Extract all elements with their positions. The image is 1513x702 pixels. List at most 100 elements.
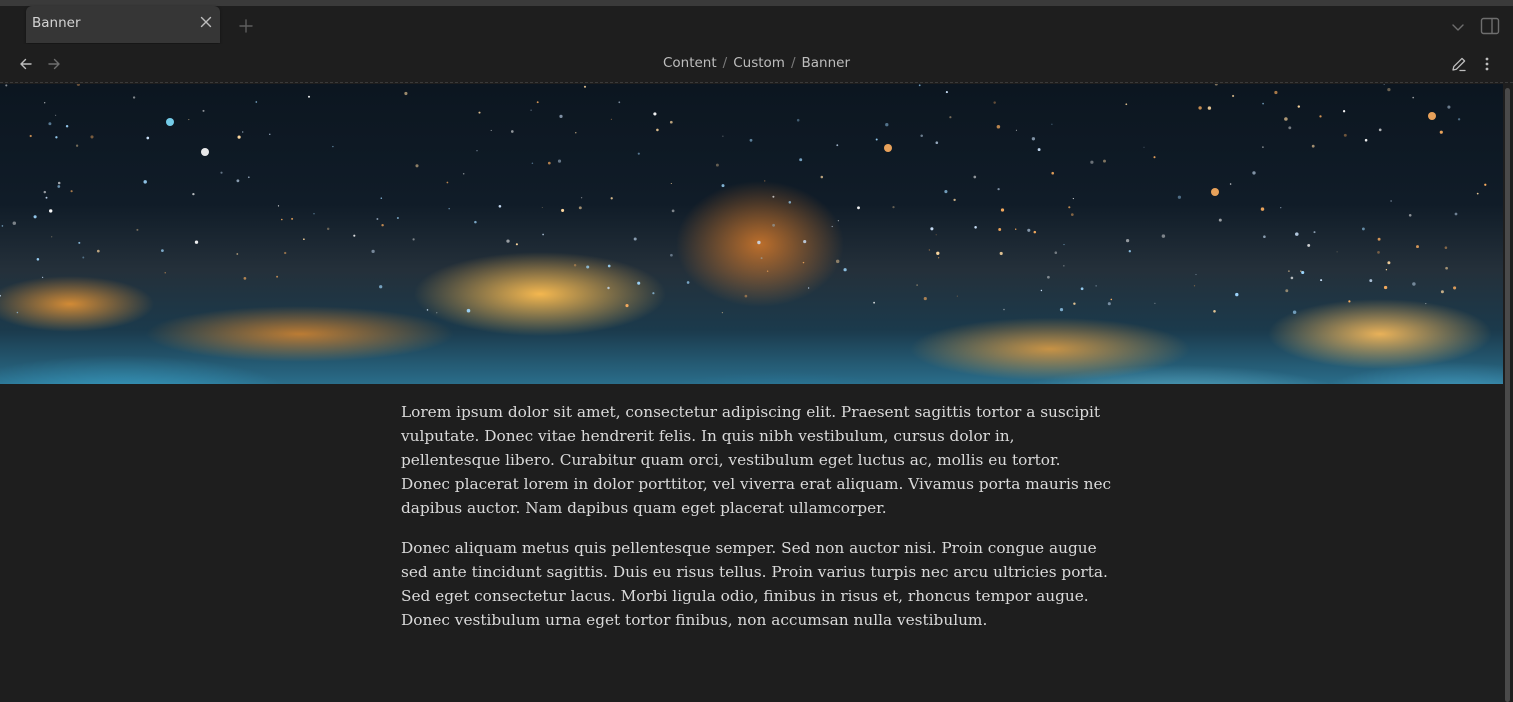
star bbox=[1070, 213, 1074, 216]
star bbox=[269, 133, 271, 135]
star bbox=[1287, 270, 1290, 273]
star bbox=[796, 118, 800, 122]
star bbox=[65, 125, 69, 128]
star bbox=[1232, 94, 1235, 98]
star bbox=[772, 223, 775, 227]
star bbox=[70, 190, 73, 193]
star bbox=[997, 187, 1000, 191]
close-icon[interactable] bbox=[198, 14, 214, 30]
star bbox=[78, 241, 81, 244]
breadcrumb-banner[interactable]: Banner bbox=[802, 55, 851, 71]
pencil-icon[interactable] bbox=[1450, 55, 1468, 73]
star bbox=[379, 285, 383, 289]
star bbox=[1313, 231, 1316, 234]
star bbox=[1252, 171, 1256, 175]
bright-star bbox=[201, 148, 209, 156]
star bbox=[938, 257, 940, 259]
star bbox=[1454, 212, 1458, 216]
star bbox=[506, 239, 510, 243]
paragraph: Lorem ipsum dolor sit amet, consectetur … bbox=[401, 403, 1112, 517]
star bbox=[1425, 303, 1427, 305]
star bbox=[530, 109, 532, 111]
star bbox=[48, 122, 52, 126]
star bbox=[670, 182, 672, 185]
breadcrumb-content[interactable]: Content bbox=[663, 55, 717, 71]
star bbox=[412, 238, 415, 241]
star bbox=[1218, 218, 1222, 222]
star bbox=[1301, 270, 1305, 275]
star bbox=[744, 294, 748, 298]
star bbox=[610, 118, 613, 120]
star bbox=[247, 176, 250, 179]
star bbox=[237, 135, 241, 139]
star bbox=[376, 218, 379, 220]
chevron-down-icon[interactable] bbox=[1450, 19, 1466, 35]
star bbox=[953, 198, 956, 202]
star bbox=[1090, 160, 1094, 164]
star bbox=[637, 152, 640, 155]
star bbox=[44, 102, 46, 104]
star bbox=[857, 206, 860, 210]
star bbox=[1292, 310, 1297, 315]
star bbox=[1128, 250, 1131, 253]
star bbox=[1154, 302, 1156, 304]
star bbox=[1457, 118, 1461, 121]
star bbox=[1377, 237, 1381, 241]
more-vertical-icon[interactable] bbox=[1479, 55, 1495, 73]
star bbox=[1348, 300, 1351, 303]
star bbox=[1274, 90, 1278, 95]
star bbox=[1214, 84, 1218, 86]
breadcrumb-custom[interactable]: Custom bbox=[733, 55, 785, 71]
star bbox=[276, 275, 279, 278]
star bbox=[1383, 285, 1388, 290]
star bbox=[837, 220, 839, 222]
banner-stars bbox=[0, 84, 1487, 315]
star bbox=[1229, 183, 1232, 185]
star bbox=[766, 270, 769, 272]
star bbox=[16, 311, 19, 314]
star bbox=[763, 180, 766, 182]
star bbox=[633, 237, 637, 241]
sidebar-toggle-icon[interactable] bbox=[1480, 17, 1500, 35]
star bbox=[381, 223, 384, 227]
bright-star bbox=[166, 118, 174, 126]
star bbox=[831, 225, 833, 228]
star bbox=[57, 181, 61, 185]
star bbox=[1207, 106, 1212, 110]
star bbox=[1453, 286, 1457, 290]
star bbox=[559, 114, 563, 119]
star bbox=[836, 144, 839, 147]
star bbox=[1003, 308, 1005, 311]
star bbox=[536, 101, 539, 104]
star bbox=[490, 129, 492, 131]
plus-icon[interactable] bbox=[238, 18, 254, 34]
star bbox=[5, 84, 8, 87]
star bbox=[1195, 274, 1197, 276]
star bbox=[1383, 84, 1385, 85]
star bbox=[1051, 171, 1054, 175]
star bbox=[281, 218, 283, 221]
star bbox=[873, 301, 875, 304]
tab-banner[interactable]: Banner bbox=[26, 6, 220, 43]
star bbox=[1412, 282, 1416, 286]
scrollbar-thumb[interactable] bbox=[1505, 88, 1510, 702]
star bbox=[760, 257, 763, 260]
star bbox=[474, 220, 477, 224]
star bbox=[277, 205, 280, 207]
star bbox=[1235, 292, 1239, 297]
star bbox=[542, 233, 544, 236]
star bbox=[1387, 87, 1391, 92]
star bbox=[1364, 138, 1368, 142]
star bbox=[541, 206, 543, 209]
star bbox=[920, 134, 923, 137]
star bbox=[575, 132, 577, 134]
star bbox=[1110, 298, 1113, 301]
star bbox=[1177, 195, 1182, 199]
star bbox=[1439, 130, 1443, 134]
star bbox=[326, 227, 330, 231]
star bbox=[33, 215, 37, 219]
star bbox=[1, 225, 4, 227]
star bbox=[1336, 251, 1338, 253]
star bbox=[1015, 129, 1017, 131]
star bbox=[757, 240, 761, 245]
